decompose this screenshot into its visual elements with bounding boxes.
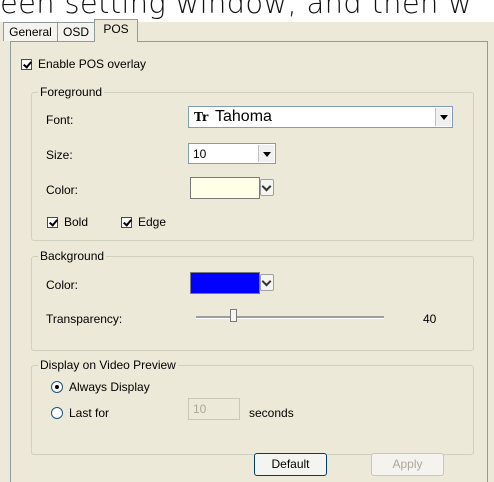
- bold-label: Bold: [64, 215, 89, 229]
- chevron-down-icon[interactable]: [260, 274, 274, 291]
- foreground-color-label: Color:: [46, 183, 79, 197]
- enable-pos-overlay-checkbox[interactable]: [21, 59, 32, 70]
- size-select[interactable]: 10: [188, 143, 276, 164]
- chevron-down-icon[interactable]: [435, 108, 451, 126]
- transparency-slider-thumb[interactable]: [229, 309, 237, 322]
- seconds-label: seconds: [249, 406, 294, 420]
- apply-button[interactable]: Apply: [371, 453, 444, 476]
- always-display-label: Always Display: [69, 380, 150, 394]
- tab-pos[interactable]: POS: [94, 19, 138, 42]
- enable-pos-overlay-label: Enable POS overlay: [38, 57, 147, 71]
- truetype-font-icon: Tr: [194, 110, 209, 124]
- last-for-label: Last for: [69, 406, 110, 420]
- tab-osd[interactable]: OSD: [57, 22, 95, 41]
- size-label: Size:: [46, 148, 73, 162]
- font-value: Tahoma: [215, 108, 272, 125]
- last-for-radio[interactable]: [51, 407, 63, 419]
- foreground-color-swatch[interactable]: [190, 177, 260, 199]
- pos-settings-dialog: General OSD POS Enable POS overlay Foreg…: [0, 19, 494, 482]
- bold-checkbox[interactable]: [47, 217, 58, 228]
- background-color-label: Color:: [46, 278, 79, 292]
- background-legend: Background: [38, 249, 107, 263]
- font-label: Font:: [46, 113, 74, 127]
- chevron-down-icon[interactable]: [260, 179, 274, 196]
- background-color-swatch[interactable]: [190, 272, 260, 294]
- edge-checkbox[interactable]: [121, 217, 132, 228]
- foreground-legend: Foreground: [38, 85, 105, 99]
- display-preview-legend: Display on Video Preview: [38, 358, 178, 372]
- always-display-radio[interactable]: [51, 381, 63, 393]
- edge-label: Edge: [138, 215, 167, 229]
- transparency-label: Transparency:: [46, 312, 123, 326]
- font-select[interactable]: Tr Tahoma: [188, 106, 453, 128]
- default-button[interactable]: Default: [254, 453, 327, 476]
- size-value: 10: [193, 147, 207, 161]
- seconds-value: 10: [193, 402, 207, 416]
- background-group: Background: [31, 249, 474, 351]
- tab-general[interactable]: General: [3, 22, 58, 41]
- chevron-down-icon[interactable]: [258, 145, 274, 162]
- seconds-input[interactable]: 10: [188, 398, 240, 420]
- transparency-slider-track[interactable]: [196, 316, 384, 319]
- background-caption-text: een setting window, and then w: [0, 0, 473, 20]
- transparency-value: 40: [423, 312, 437, 326]
